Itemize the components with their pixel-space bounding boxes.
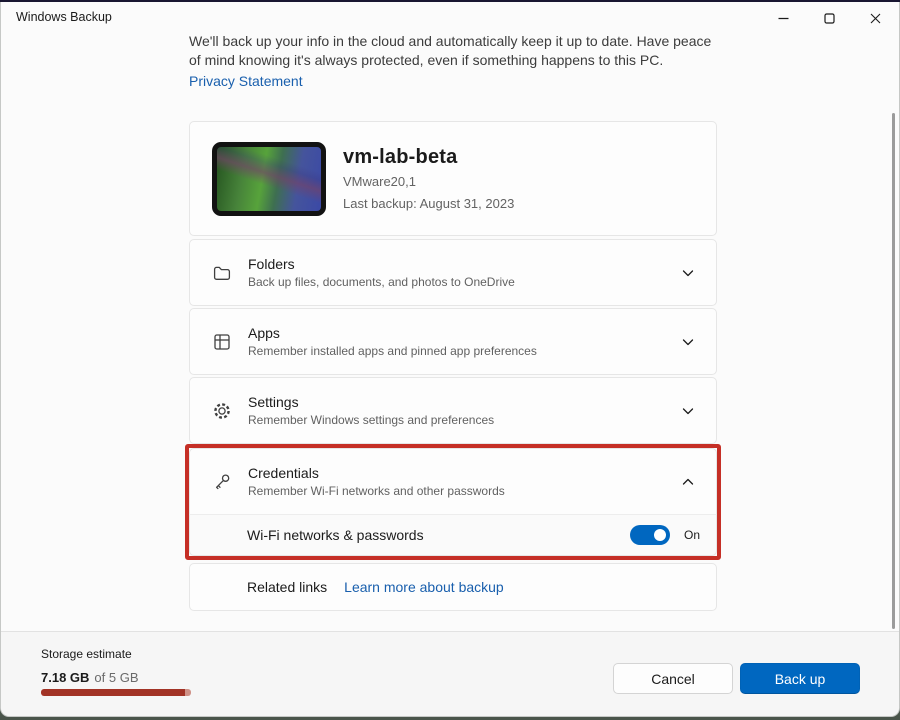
wifi-toggle-label: Wi-Fi networks & passwords — [247, 527, 630, 543]
storage-usage: 7.18 GB of 5 GB — [41, 670, 139, 685]
minimize-button[interactable] — [760, 2, 806, 34]
wifi-passwords-row: Wi-Fi networks & passwords On — [189, 514, 717, 556]
related-links-label: Related links — [247, 579, 327, 595]
device-model: VMware20,1 — [343, 174, 514, 189]
storage-total-value: of 5 GB — [94, 670, 138, 685]
storage-estimate-label: Storage estimate — [41, 647, 132, 661]
privacy-statement-link[interactable]: Privacy Statement — [189, 73, 303, 89]
chevron-down-icon — [682, 336, 694, 348]
folders-title: Folders — [248, 256, 682, 272]
credentials-expander[interactable]: Credentials Remember Wi-Fi networks and … — [189, 448, 717, 515]
apps-text: Apps Remember installed apps and pinned … — [248, 325, 682, 358]
folders-expander[interactable]: Folders Back up files, documents, and ph… — [189, 239, 717, 306]
device-last-backup: Last backup: August 31, 2023 — [343, 196, 514, 211]
credentials-group: Credentials Remember Wi-Fi networks and … — [189, 448, 717, 556]
device-card: vm-lab-beta VMware20,1 Last backup: Augu… — [189, 121, 717, 236]
maximize-button[interactable] — [806, 2, 852, 34]
windows-backup-window: Windows Backup We'll back up your info i… — [0, 2, 900, 717]
related-links-card: Related links Learn more about backup — [189, 563, 717, 611]
storage-progress-bar — [41, 689, 191, 696]
chevron-up-icon — [682, 476, 694, 488]
apps-title: Apps — [248, 325, 682, 341]
minimize-icon — [778, 13, 789, 24]
settings-text: Settings Remember Windows settings and p… — [248, 394, 682, 427]
footer-bar: Storage estimate 7.18 GB of 5 GB Cancel B… — [1, 631, 899, 716]
credentials-subtitle: Remember Wi-Fi networks and other passwo… — [248, 484, 682, 498]
settings-expander[interactable]: Settings Remember Windows settings and p… — [189, 377, 717, 444]
chevron-down-icon — [682, 405, 694, 417]
intro-text: We'll back up your info in the cloud and… — [189, 32, 717, 70]
maximize-icon — [824, 13, 835, 24]
title-bar: Windows Backup — [1, 2, 899, 36]
wifi-toggle-switch[interactable] — [630, 525, 670, 545]
credentials-title: Credentials — [248, 465, 682, 481]
wifi-toggle-state: On — [684, 528, 700, 542]
chevron-down-icon — [682, 267, 694, 279]
settings-subtitle: Remember Windows settings and preference… — [248, 413, 682, 427]
device-wallpaper-thumbnail — [212, 142, 326, 216]
window-title: Windows Backup — [16, 10, 112, 24]
cancel-button[interactable]: Cancel — [613, 663, 733, 694]
credentials-text: Credentials Remember Wi-Fi networks and … — [248, 465, 682, 498]
folders-text: Folders Back up files, documents, and ph… — [248, 256, 682, 289]
storage-used-value: 7.18 GB — [41, 670, 89, 685]
apps-subtitle: Remember installed apps and pinned app p… — [248, 344, 682, 358]
main-content: We'll back up your info in the cloud and… — [189, 32, 717, 611]
storage-progress-fill — [41, 689, 185, 696]
settings-title: Settings — [248, 394, 682, 410]
key-icon — [212, 472, 234, 492]
gear-icon — [212, 401, 234, 421]
caption-buttons — [760, 2, 898, 34]
close-button[interactable] — [852, 2, 898, 34]
learn-more-link[interactable]: Learn more about backup — [344, 579, 504, 595]
back-up-button[interactable]: Back up — [740, 663, 860, 694]
apps-expander[interactable]: Apps Remember installed apps and pinned … — [189, 308, 717, 375]
device-info: vm-lab-beta VMware20,1 Last backup: Augu… — [343, 146, 514, 211]
folders-subtitle: Back up files, documents, and photos to … — [248, 275, 682, 289]
close-icon — [870, 13, 881, 24]
folder-icon — [212, 263, 234, 283]
vertical-scrollbar[interactable] — [892, 113, 895, 629]
device-name: vm-lab-beta — [343, 146, 514, 169]
apps-icon — [212, 332, 234, 352]
toggle-knob — [654, 529, 666, 541]
